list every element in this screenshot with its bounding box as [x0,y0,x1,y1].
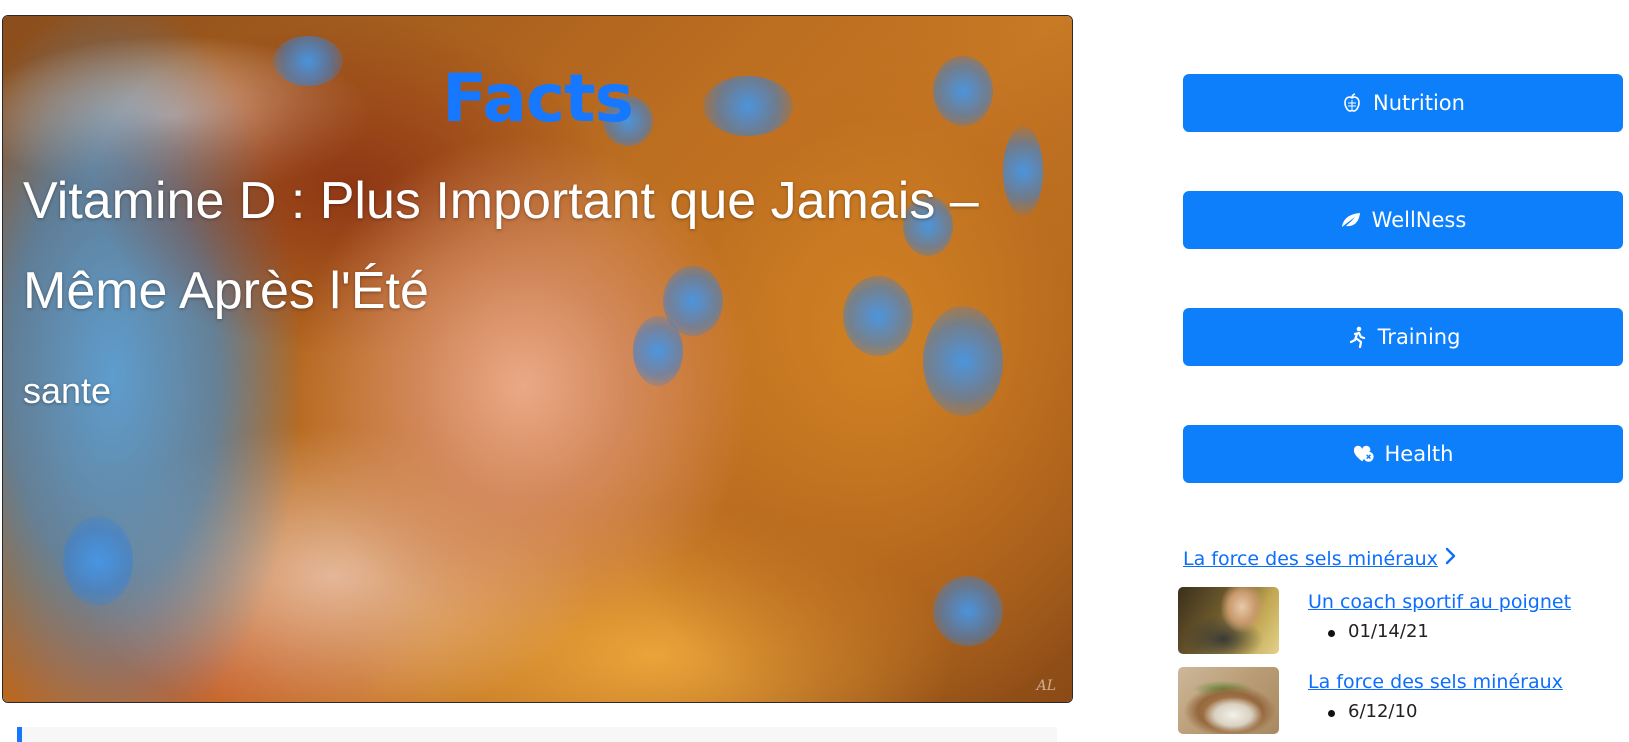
blockquote-strip [17,727,1057,742]
hero-brand-title: Facts [442,60,634,137]
nutrition-button[interactable]: Nutrition [1183,74,1623,132]
wellness-button[interactable]: WellNess [1183,191,1623,249]
article-category[interactable]: sante [23,370,111,412]
hero-card[interactable]: Facts Vitamine D : Plus Important que Ja… [2,15,1073,703]
list-item: Un coach sportif au poignet 01/14/21 [1178,587,1618,657]
chevron-right-icon [1444,547,1456,570]
list-item: La force des sels minéraux 6/12/10 [1178,667,1618,737]
health-button-label: Health [1384,442,1454,466]
featured-article-link[interactable]: La force des sels minéraux [1183,547,1456,570]
article-title[interactable]: Vitamine D : Plus Important que Jamais –… [23,156,1033,336]
heart-cross-icon [1353,443,1375,465]
nutrition-button-label: Nutrition [1373,91,1465,115]
apple-icon [1341,92,1363,114]
post-date: 6/12/10 [1348,701,1418,722]
bullet [1328,630,1335,637]
bullet [1328,710,1335,717]
post-link[interactable]: La force des sels minéraux [1308,671,1563,693]
health-button[interactable]: Health [1183,425,1623,483]
training-button-label: Training [1377,325,1461,349]
post-thumbnail[interactable] [1178,587,1279,654]
post-link[interactable]: Un coach sportif au poignet [1308,591,1571,613]
post-date: 01/14/21 [1348,621,1429,642]
leaf-icon [1340,209,1362,231]
running-person-icon [1346,326,1368,348]
photo-signature: AL [1036,678,1056,694]
featured-article-label: La force des sels minéraux [1183,547,1438,570]
training-button[interactable]: Training [1183,308,1623,366]
wellness-button-label: WellNess [1371,208,1467,232]
post-thumbnail[interactable] [1178,667,1279,734]
